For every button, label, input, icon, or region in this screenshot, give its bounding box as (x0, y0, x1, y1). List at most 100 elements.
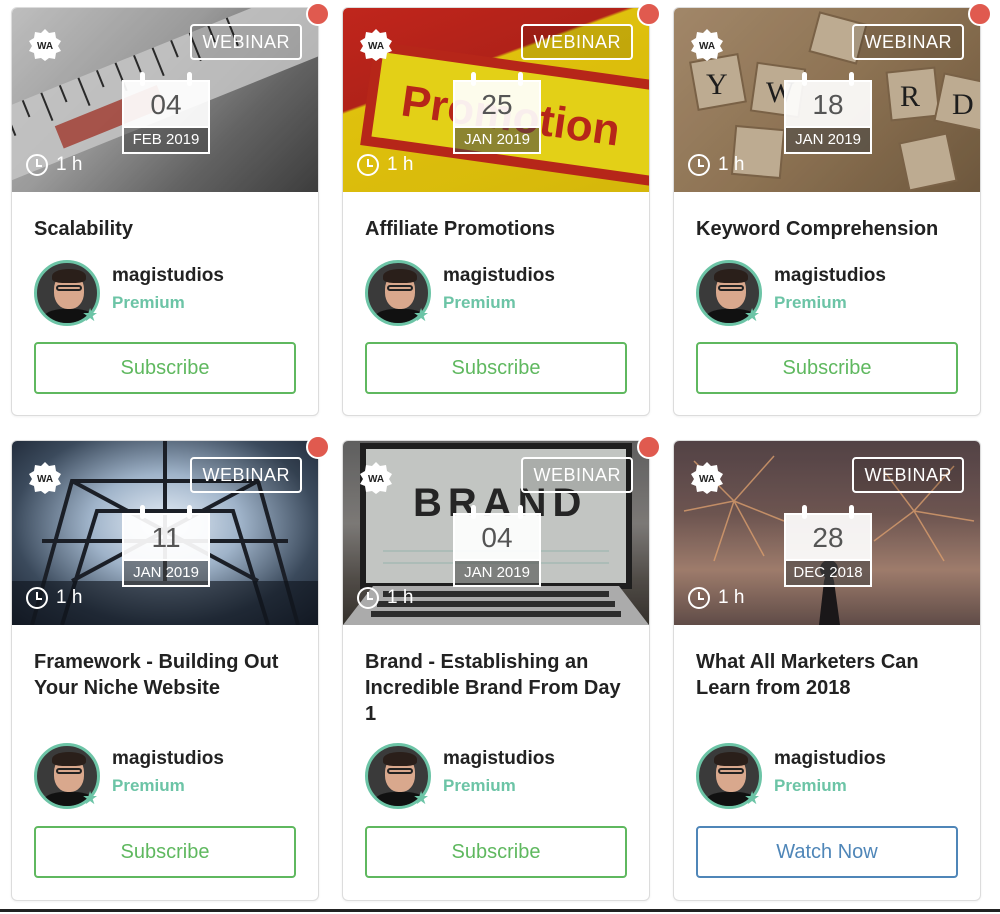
webinar-card[interactable]: Promotion WA WEBINAR 25 JAN 2019 1 h Aff… (342, 2, 661, 416)
clock-icon (26, 154, 48, 176)
webinar-title[interactable]: Affiliate Promotions (365, 216, 635, 242)
date-calendar: 18 JAN 2019 (784, 72, 872, 154)
author-level: Premium (112, 293, 185, 312)
star-icon: ★ (82, 305, 99, 325)
author-level: Premium (443, 776, 516, 795)
bottom-divider (0, 909, 1000, 912)
subscribe-button[interactable]: Subscribe (365, 826, 627, 878)
star-icon: ★ (744, 788, 761, 808)
subscribe-button[interactable]: Subscribe (34, 826, 296, 878)
date-day: 11 (122, 513, 210, 561)
duration-label: 1 h (56, 587, 83, 608)
date-day: 28 (784, 513, 872, 561)
author-block: ★ magistudios Premium (365, 260, 635, 326)
webinar-tag: WEBINAR (852, 457, 964, 493)
duration: 1 h (688, 154, 744, 176)
date-day: 25 (453, 80, 541, 128)
wa-badge-icon: WA (691, 29, 723, 61)
webinar-tag: WEBINAR (521, 24, 633, 60)
webinar-thumbnail[interactable]: WA WEBINAR 04 FEB 2019 1 h (12, 8, 318, 192)
clock-icon (688, 154, 710, 176)
new-indicator-dot (306, 435, 330, 459)
webinar-thumbnail[interactable]: YW RD WA WEBINAR 18 JAN 2019 1 h (674, 8, 980, 192)
wa-badge-icon: WA (29, 462, 61, 494)
webinar-title[interactable]: Scalability (34, 216, 304, 242)
clock-icon (357, 154, 379, 176)
svg-text:WA: WA (368, 41, 384, 52)
webinar-card[interactable]: BRAND WA WEBINAR 04 JAN 2019 1 h Brand -… (342, 435, 661, 901)
webinar-card[interactable]: WA WEBINAR 11 JAN 2019 1 h Framework - B… (11, 435, 330, 901)
new-indicator-dot (306, 2, 330, 26)
svg-text:WA: WA (368, 474, 384, 485)
clock-icon (357, 587, 379, 609)
subscribe-button[interactable]: Subscribe (34, 342, 296, 394)
svg-text:WA: WA (699, 474, 715, 485)
webinar-tag: WEBINAR (521, 457, 633, 493)
clock-icon (688, 587, 710, 609)
date-month-year: DEC 2018 (784, 561, 872, 587)
date-day: 04 (453, 513, 541, 561)
svg-text:WA: WA (37, 41, 53, 52)
duration: 1 h (26, 154, 82, 176)
webinar-grid: WA WEBINAR 04 FEB 2019 1 h Scalability ★… (0, 0, 1000, 914)
watch-now-button[interactable]: Watch Now (696, 826, 958, 878)
duration-label: 1 h (718, 587, 745, 608)
star-icon: ★ (744, 305, 761, 325)
webinar-title[interactable]: Framework - Building Out Your Niche Webs… (34, 649, 304, 701)
date-calendar: 04 FEB 2019 (122, 72, 210, 154)
date-calendar: 25 JAN 2019 (453, 72, 541, 154)
subscribe-button[interactable]: Subscribe (696, 342, 958, 394)
webinar-title[interactable]: Keyword Comprehension (696, 216, 966, 242)
webinar-tag: WEBINAR (852, 24, 964, 60)
wa-badge-icon: WA (360, 462, 392, 494)
author-block: ★ magistudios Premium (696, 743, 966, 809)
star-icon: ★ (413, 305, 430, 325)
new-indicator-dot (968, 2, 992, 26)
webinar-card[interactable]: WA WEBINAR 04 FEB 2019 1 h Scalability ★… (11, 2, 330, 416)
webinar-card[interactable]: WA WEBINAR 28 DEC 2018 1 h What All Mark… (673, 440, 981, 901)
webinar-title[interactable]: What All Marketers Can Learn from 2018 (696, 649, 966, 701)
webinar-title[interactable]: Brand - Establishing an Incredible Brand… (365, 649, 635, 727)
date-day: 04 (122, 80, 210, 128)
wa-badge-icon: WA (29, 29, 61, 61)
author-name[interactable]: magistudios (774, 265, 886, 287)
webinar-thumbnail[interactable]: WA WEBINAR 28 DEC 2018 1 h (674, 441, 980, 625)
date-month-year: JAN 2019 (784, 128, 872, 154)
wa-badge-icon: WA (691, 462, 723, 494)
webinar-tag: WEBINAR (190, 457, 302, 493)
wa-badge-icon: WA (360, 29, 392, 61)
date-month-year: JAN 2019 (453, 561, 541, 587)
author-name[interactable]: magistudios (443, 265, 555, 287)
author-level: Premium (112, 776, 185, 795)
author-name[interactable]: magistudios (774, 748, 886, 770)
author-level: Premium (774, 776, 847, 795)
subscribe-button[interactable]: Subscribe (365, 342, 627, 394)
author-block: ★ magistudios Premium (365, 743, 635, 809)
duration: 1 h (357, 154, 413, 176)
svg-text:WA: WA (37, 474, 53, 485)
clock-icon (26, 587, 48, 609)
author-level: Premium (774, 293, 847, 312)
duration: 1 h (688, 587, 744, 609)
webinar-thumbnail[interactable]: WA WEBINAR 11 JAN 2019 1 h (12, 441, 318, 625)
duration: 1 h (26, 587, 82, 609)
author-name[interactable]: magistudios (443, 748, 555, 770)
author-name[interactable]: magistudios (112, 748, 224, 770)
duration-label: 1 h (56, 154, 83, 175)
date-calendar: 04 JAN 2019 (453, 505, 541, 587)
author-block: ★ magistudios Premium (34, 260, 304, 326)
duration-label: 1 h (718, 154, 745, 175)
webinar-card[interactable]: YW RD WA WEBINAR 18 JAN 2019 1 h Keyword… (673, 2, 992, 416)
date-month-year: JAN 2019 (122, 561, 210, 587)
date-month-year: JAN 2019 (453, 128, 541, 154)
author-level: Premium (443, 293, 516, 312)
author-block: ★ magistudios Premium (34, 743, 304, 809)
svg-text:WA: WA (699, 41, 715, 52)
new-indicator-dot (637, 435, 661, 459)
webinar-thumbnail[interactable]: BRAND WA WEBINAR 04 JAN 2019 1 h (343, 441, 649, 625)
duration: 1 h (357, 587, 413, 609)
webinar-thumbnail[interactable]: Promotion WA WEBINAR 25 JAN 2019 1 h (343, 8, 649, 192)
webinar-tag: WEBINAR (190, 24, 302, 60)
author-name[interactable]: magistudios (112, 265, 224, 287)
star-icon: ★ (82, 788, 99, 808)
